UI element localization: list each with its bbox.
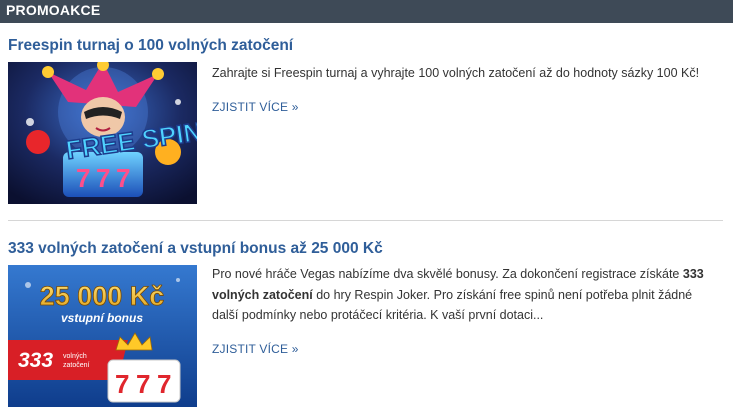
promo-item-welcome-bonus: 333 volných zatočení a vstupní bonus až … <box>8 239 723 407</box>
section-header: PROMOAKCE <box>0 0 733 23</box>
promo-body: Zahrajte si Freespin turnaj a vyhrajte 1… <box>212 63 712 117</box>
svg-text:7: 7 <box>76 163 90 193</box>
promo-body: Pro nové hráče Vegas nabízíme dva skvělé… <box>212 264 712 359</box>
promo-title[interactable]: 333 volných zatočení a vstupní bonus až … <box>8 239 723 259</box>
promo-image-spins-label-1: volných <box>63 353 87 360</box>
promo-title[interactable]: Freespin turnaj o 100 volných zatočení <box>8 36 723 56</box>
promo-image-spins-number: 333 <box>18 349 53 372</box>
promo-image-bonus[interactable]: 25 000 Kč vstupní bonus 333 volných zato… <box>8 265 197 407</box>
section-title: PROMOAKCE <box>6 2 101 18</box>
svg-text:7: 7 <box>157 369 171 399</box>
svg-text:7: 7 <box>96 163 110 193</box>
promo-description-part1: Pro nové hráče Vegas nabízíme dva skvělé… <box>212 267 683 281</box>
svg-text:7: 7 <box>136 369 150 399</box>
promo-description: Zahrajte si Freespin turnaj a vyhrajte 1… <box>212 66 700 80</box>
divider <box>8 220 723 221</box>
more-link[interactable]: ZJISTIT VÍCE » <box>212 97 299 118</box>
promo-description: Pro nové hráče Vegas nabízíme dva skvělé… <box>212 264 712 326</box>
promo-image-bonus-label: vstupní bonus <box>61 311 143 325</box>
promo-item-freespin: Freespin turnaj o 100 volných zatočení 7… <box>8 36 723 206</box>
promo-image-spins-label-2: zatočení <box>63 362 90 369</box>
svg-text:7: 7 <box>116 163 130 193</box>
svg-text:7: 7 <box>115 369 129 399</box>
more-link[interactable]: ZJISTIT VÍCE » <box>212 339 299 360</box>
promo-image-freespin[interactable]: 7 7 7 FREE SPIN <box>8 62 197 204</box>
promo-image-amount: 25 000 Kč <box>40 281 165 311</box>
